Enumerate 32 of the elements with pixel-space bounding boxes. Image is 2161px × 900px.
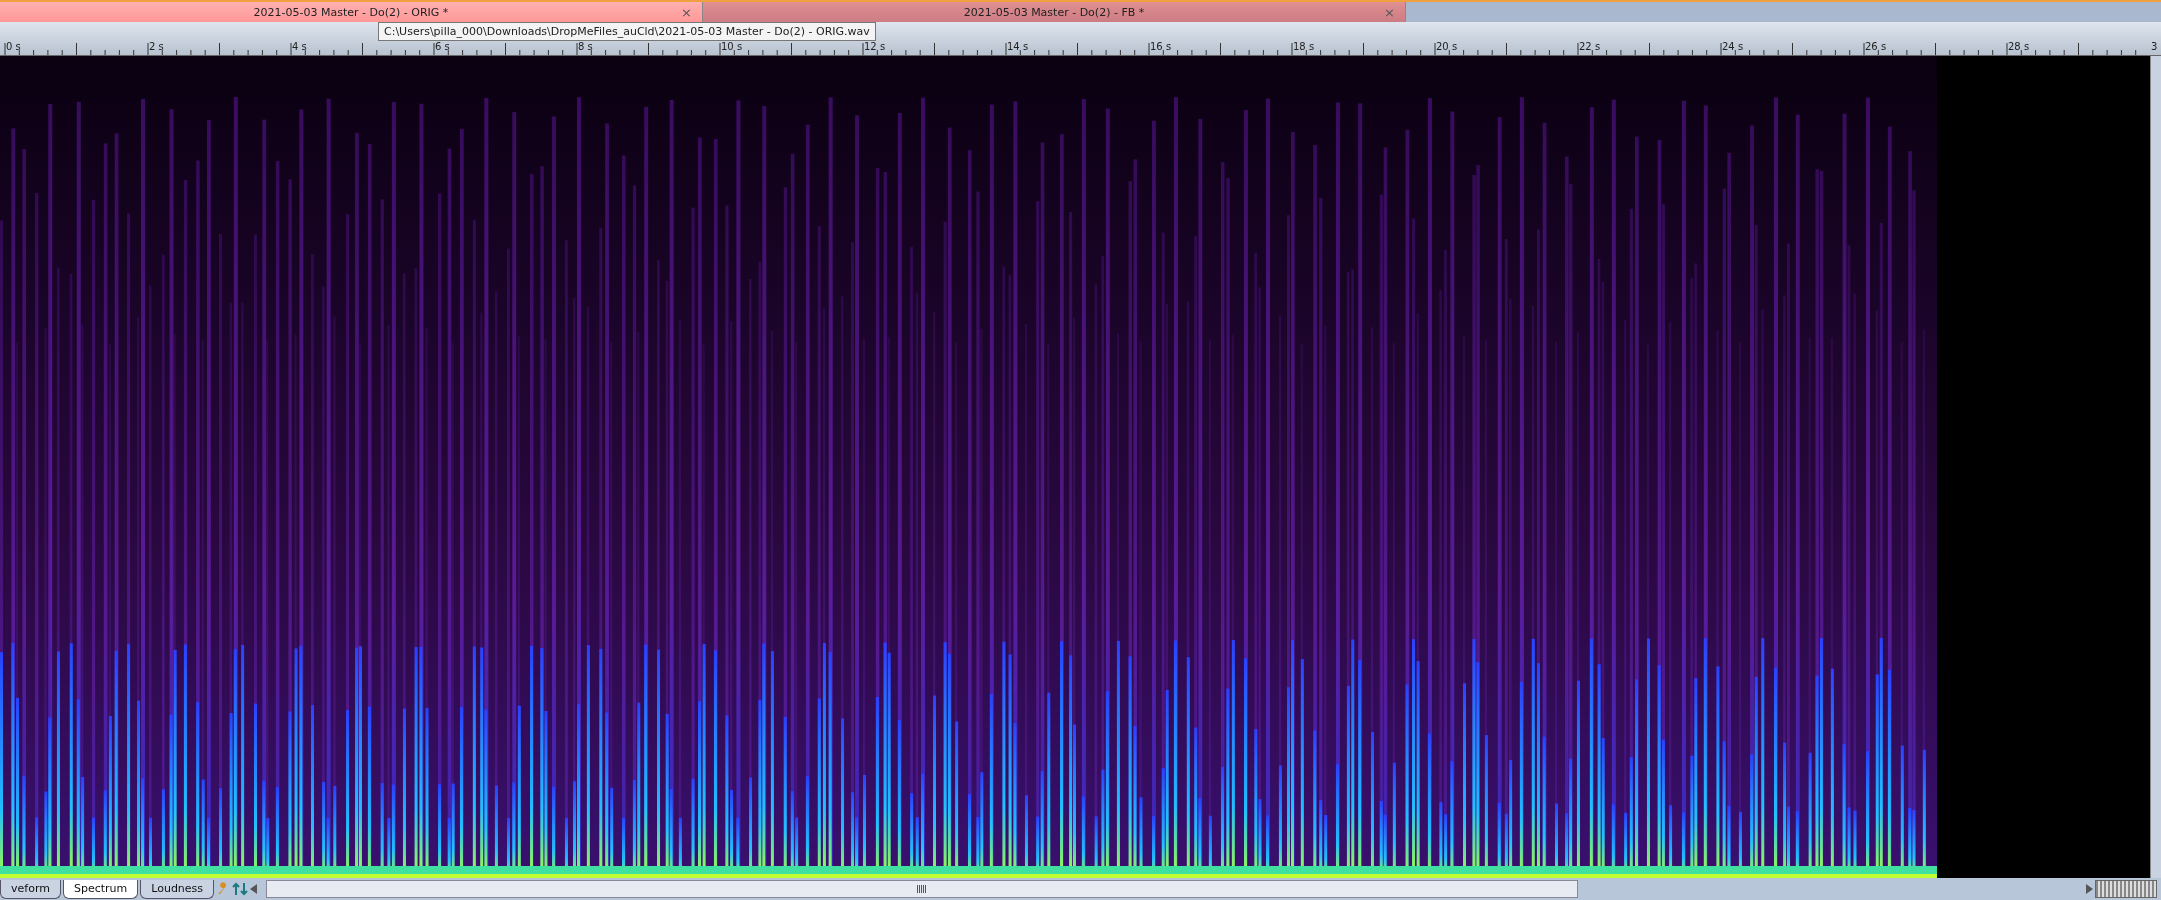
- file-path-tooltip: C:\Users\pilla_000\Downloads\DropMeFiles_auCld\2021-05-03 Master - Do(2) - ORIG.wav: [378, 22, 876, 41]
- document-tab[interactable]: 2021-05-03 Master - Do(2) - ORIG * ×: [0, 2, 703, 22]
- time-label: 2 s: [149, 41, 164, 52]
- time-label: 4 s: [292, 41, 307, 52]
- view-tab[interactable]: Spectrum: [62, 879, 139, 899]
- time-label: 18 s: [1293, 41, 1315, 52]
- time-label: 28 s: [2008, 41, 2030, 52]
- swap-arrows-icon[interactable]: [232, 881, 249, 897]
- time-label: 3: [2151, 41, 2158, 52]
- time-label: 24 s: [1722, 41, 1744, 52]
- horizontal-scrollbar[interactable]: [266, 880, 1579, 898]
- time-label: 16 s: [1150, 41, 1172, 52]
- time-label: 22 s: [1579, 41, 1601, 52]
- document-tab[interactable]: 2021-05-03 Master - Do(2) - FB * ×: [703, 2, 1406, 22]
- view-tab[interactable]: Loudness: [140, 879, 215, 899]
- time-label: 26 s: [1865, 41, 1887, 52]
- time-label: 12 s: [864, 41, 886, 52]
- grip-icon: [917, 885, 928, 893]
- time-label: 6 s: [435, 41, 450, 52]
- zoom-handle[interactable]: [2095, 880, 2157, 898]
- close-button[interactable]: ×: [681, 4, 692, 20]
- time-label: 14 s: [1007, 41, 1029, 52]
- scroll-right-icon[interactable]: [2085, 884, 2093, 894]
- time-label: 0 s: [6, 41, 21, 52]
- time-label: 20 s: [1436, 41, 1458, 52]
- tab-label: 2021-05-03 Master - Do(2) - FB *: [963, 5, 1145, 19]
- time-label: 10 s: [721, 41, 743, 52]
- tab-label: 2021-05-03 Master - Do(2) - ORIG *: [253, 5, 449, 19]
- time-label: 8 s: [578, 41, 593, 52]
- vertical-scrollbar[interactable]: [2150, 56, 2161, 878]
- scroll-left-icon[interactable]: [250, 884, 259, 894]
- view-tab[interactable]: veform: [0, 879, 61, 899]
